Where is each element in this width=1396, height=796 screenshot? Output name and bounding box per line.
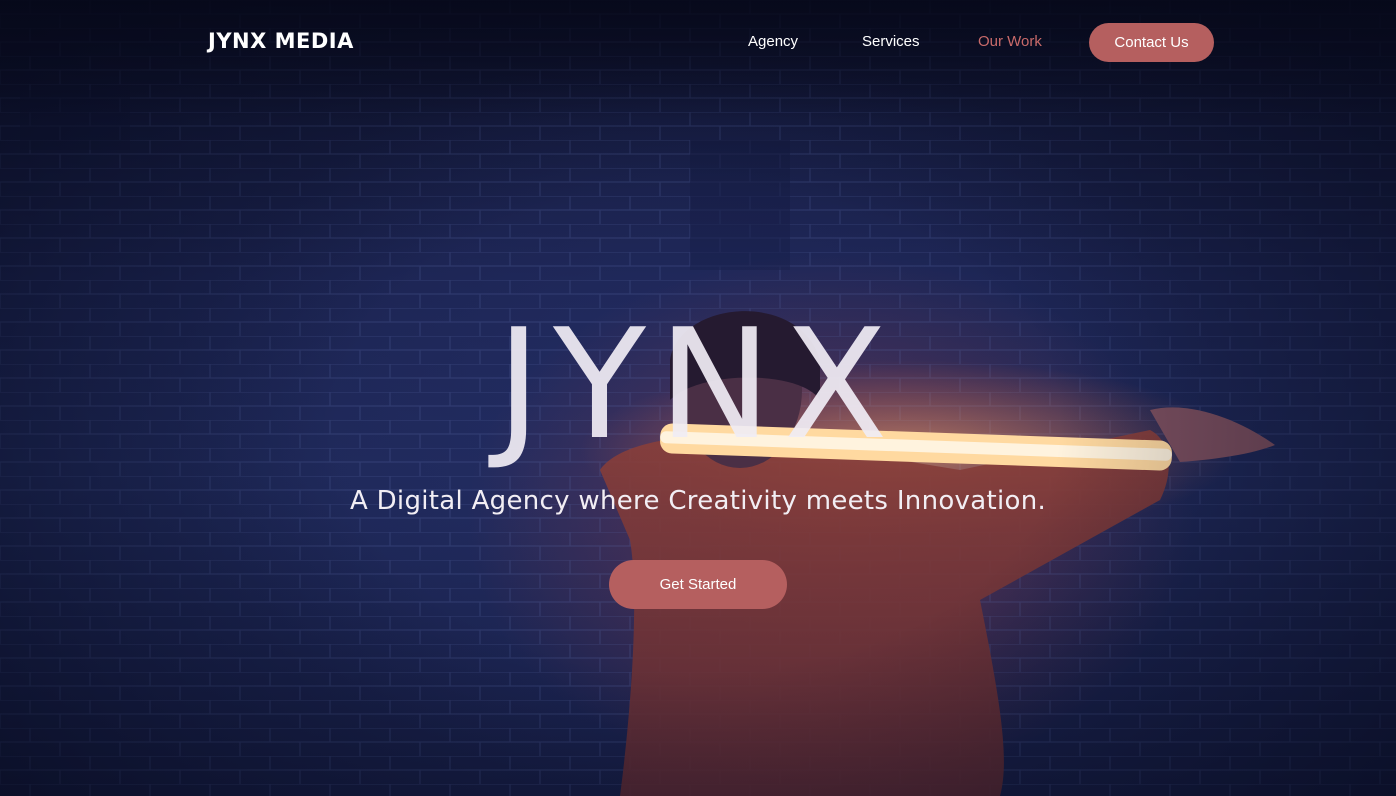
brand-logo[interactable]: JYNX MEDIA	[208, 29, 354, 53]
hero-title: JYNX	[496, 296, 900, 473]
landing-page: JYNX MEDIA Agency Services Our Work Cont…	[0, 0, 1396, 796]
contact-us-button[interactable]: Contact Us	[1089, 23, 1214, 62]
nav-link-our-work[interactable]: Our Work	[978, 33, 1042, 50]
nav-link-agency[interactable]: Agency	[748, 33, 798, 50]
get-started-button[interactable]: Get Started	[609, 560, 787, 609]
top-navigation: JYNX MEDIA Agency Services Our Work Cont…	[0, 0, 1396, 86]
nav-link-services[interactable]: Services	[862, 33, 920, 50]
hero-subtitle: A Digital Agency where Creativity meets …	[349, 486, 1047, 516]
